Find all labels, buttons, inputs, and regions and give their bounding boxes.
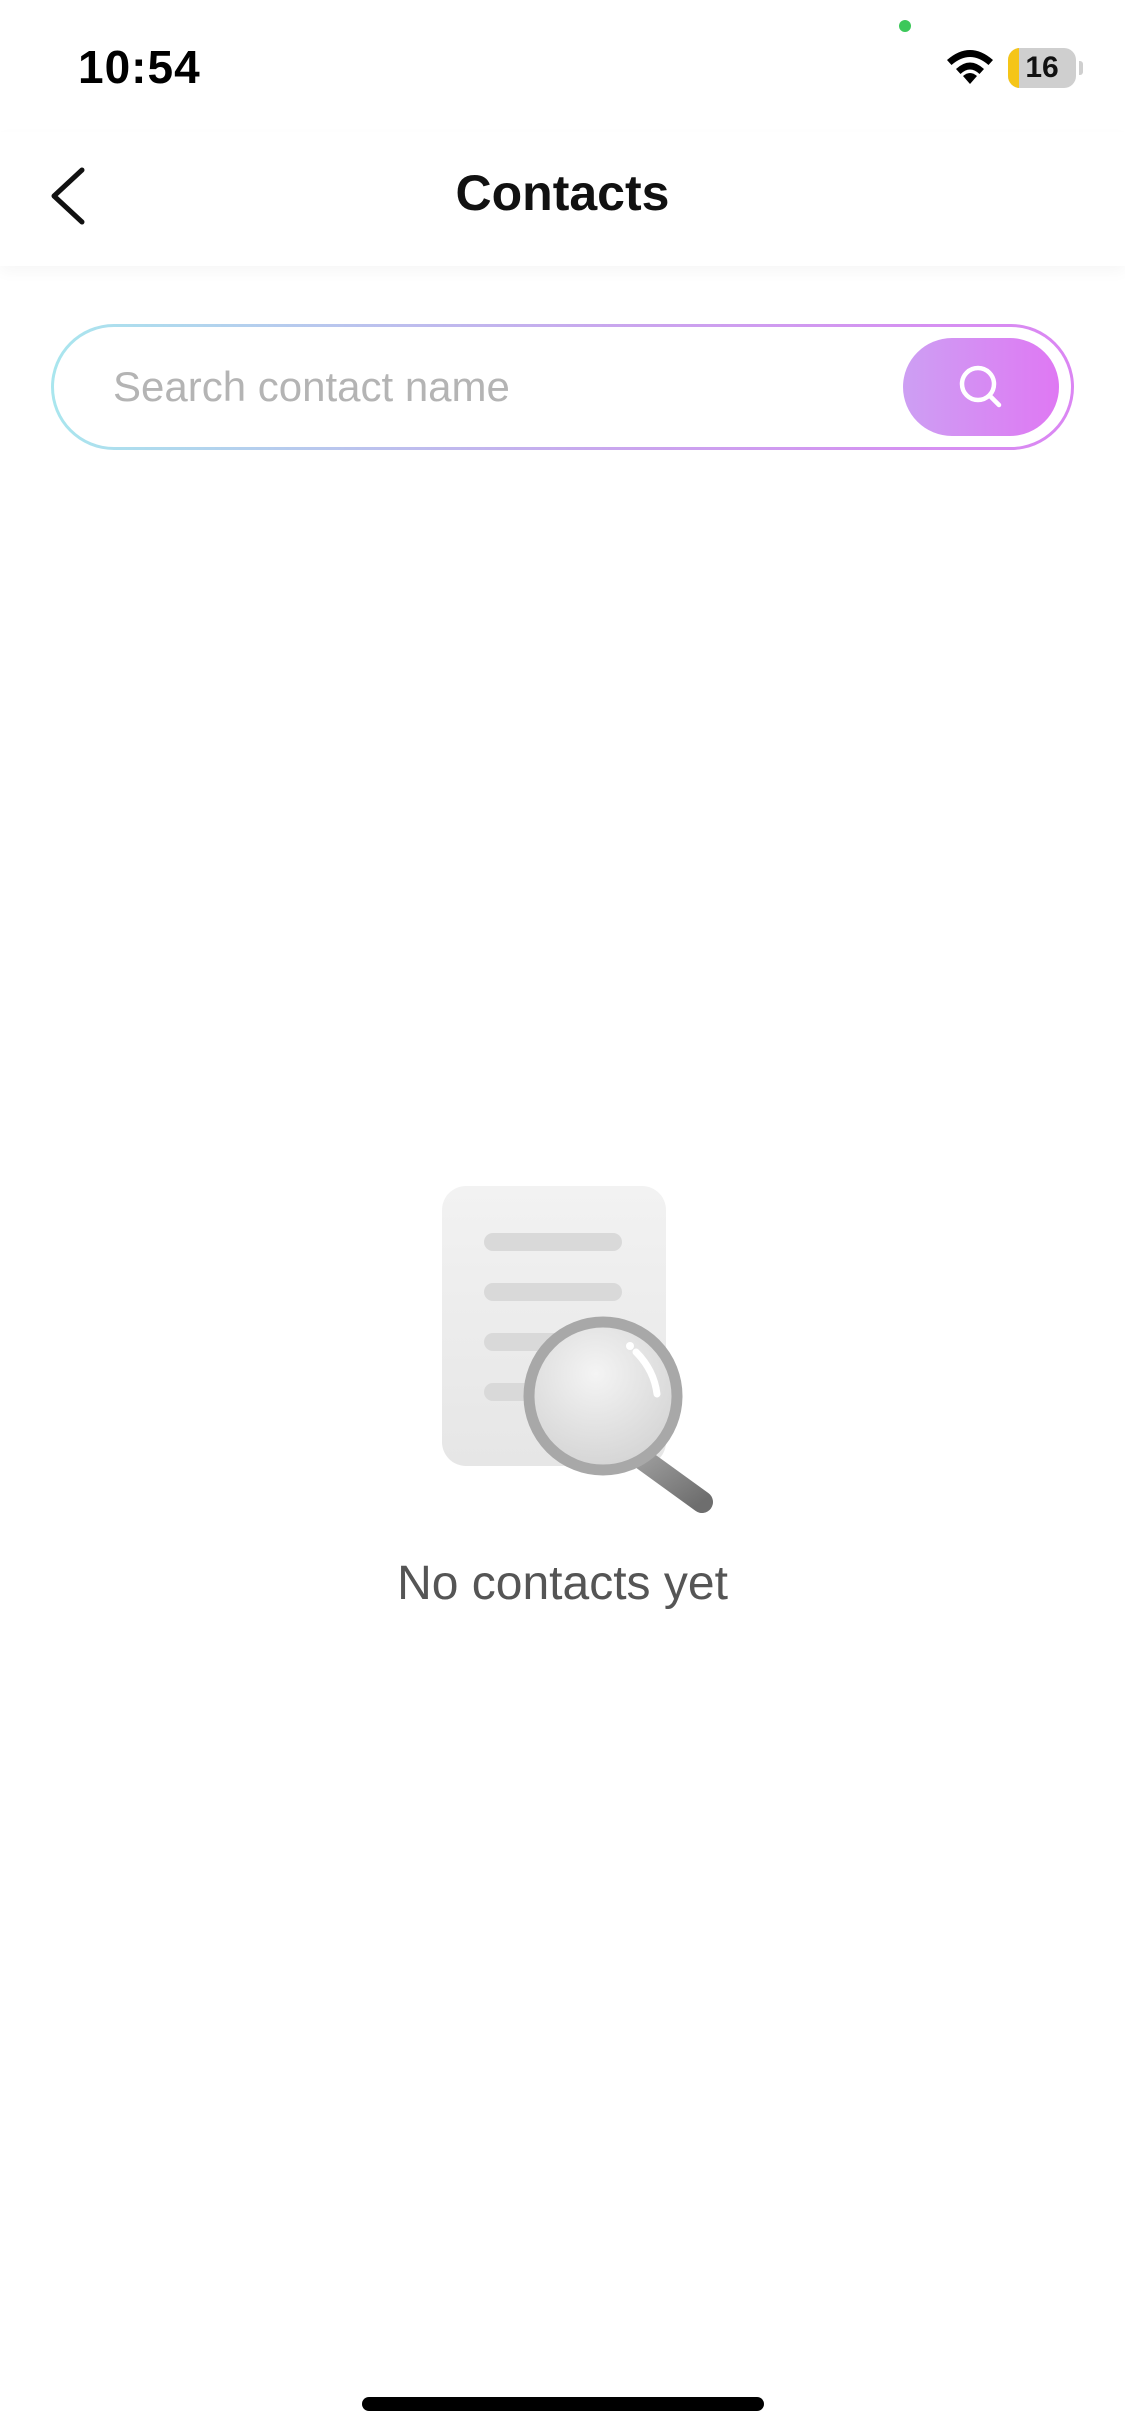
- battery-cap: [1079, 61, 1083, 75]
- battery-level: 16: [1025, 51, 1059, 84]
- status-bar: 10:54 16: [0, 0, 1125, 132]
- page-title: Contacts: [455, 165, 670, 221]
- search-button[interactable]: [903, 338, 1059, 436]
- search-icon: [959, 365, 1002, 408]
- home-indicator[interactable]: [362, 2397, 764, 2411]
- navigation-bar: Contacts: [0, 132, 1125, 266]
- document-search-icon: [442, 1186, 713, 1513]
- search-bar: [51, 324, 1074, 450]
- privacy-indicator: [899, 20, 911, 32]
- search-input[interactable]: [113, 327, 893, 447]
- battery-indicator: 16: [1008, 48, 1076, 88]
- empty-state-message: No contacts yet: [397, 1557, 728, 1610]
- wifi-icon: [947, 50, 993, 84]
- search-field-container: [54, 327, 1071, 447]
- status-time: 10:54: [78, 41, 201, 93]
